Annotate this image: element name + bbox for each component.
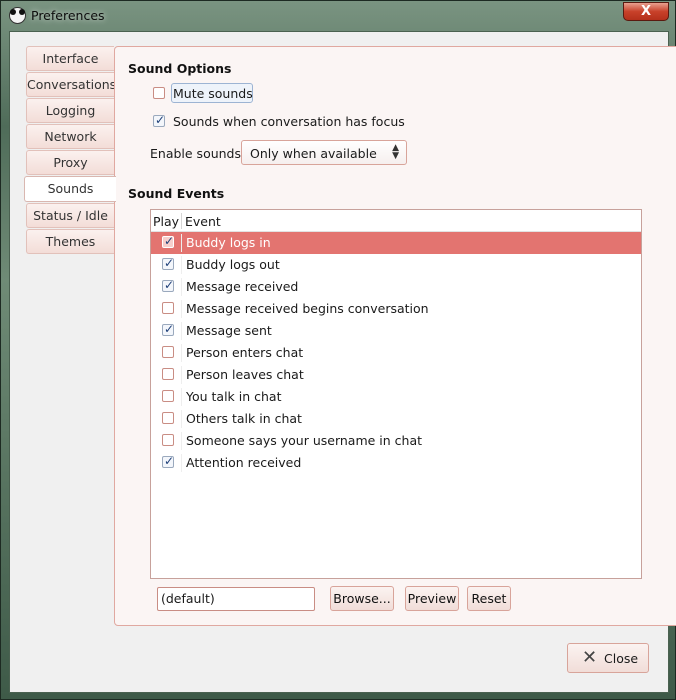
focus-sounds-checkbox[interactable] (153, 113, 165, 127)
window-frame: Preferences X Interface Conversations Lo… (0, 0, 676, 700)
list-item[interactable]: You talk in chat (151, 386, 641, 408)
row-divider (181, 256, 182, 274)
tab-sounds[interactable]: Sounds (24, 176, 116, 202)
tab-status-idle[interactable]: Status / Idle (26, 203, 114, 228)
event-rows: Buddy logs in Buddy logs out Message recei… (151, 232, 641, 474)
preview-button[interactable]: Preview (405, 586, 459, 611)
tab-interface[interactable]: Interface (26, 46, 114, 71)
notebook-tabs: Interface Conversations Logging Network … (24, 46, 116, 255)
close-x-icon: ✕ (582, 647, 598, 668)
window-title: Preferences (31, 8, 105, 23)
row-divider (181, 432, 182, 450)
dialog-body: Interface Conversations Logging Network … (9, 31, 676, 693)
list-item[interactable]: Buddy logs out (151, 254, 641, 276)
play-checkbox[interactable] (162, 234, 174, 248)
list-header: Play Event (151, 210, 641, 232)
event-label: Someone says your username in chat (186, 433, 423, 448)
mute-sounds-label[interactable]: Mute sounds (173, 86, 253, 101)
sounds-panel: Sound Options Mute sounds Sounds when co… (114, 46, 676, 626)
event-label: Buddy logs in (186, 235, 271, 250)
play-checkbox[interactable] (162, 302, 174, 314)
play-checkbox[interactable] (162, 454, 174, 468)
column-header-play[interactable]: Play (153, 214, 179, 229)
row-divider (181, 344, 182, 362)
mute-sounds-checkbox[interactable] (153, 87, 165, 99)
row-divider (181, 300, 182, 318)
close-button[interactable]: ✕ Close (567, 643, 649, 673)
row-divider (181, 388, 182, 406)
tab-logging[interactable]: Logging (26, 98, 114, 123)
focus-sounds-label[interactable]: Sounds when conversation has focus (173, 114, 405, 129)
event-label: Buddy logs out (186, 257, 280, 272)
list-item[interactable]: Person leaves chat (151, 364, 641, 386)
play-checkbox[interactable] (162, 256, 174, 270)
row-divider (181, 278, 182, 296)
row-divider (181, 454, 182, 472)
sound-events-heading: Sound Events (128, 186, 225, 201)
window-close-button[interactable]: X (623, 2, 669, 21)
event-label: Message received (186, 279, 299, 294)
list-item[interactable]: Buddy logs in (151, 232, 641, 254)
play-checkbox[interactable] (162, 278, 174, 292)
play-checkbox[interactable] (162, 368, 174, 380)
event-label: Message received begins conversation (186, 301, 429, 316)
list-item[interactable]: Attention received (151, 452, 641, 474)
tab-themes[interactable]: Themes (26, 229, 114, 254)
tab-conversations[interactable]: Conversations (26, 72, 116, 97)
event-label: You talk in chat (186, 389, 282, 404)
event-label: Others talk in chat (186, 411, 302, 426)
title-bar[interactable]: Preferences X (1, 1, 676, 31)
play-checkbox[interactable] (162, 434, 174, 446)
event-label: Attention received (186, 455, 302, 470)
list-item[interactable]: Person enters chat (151, 342, 641, 364)
browse-button[interactable]: Browse... (330, 586, 394, 611)
list-item[interactable]: Message received (151, 276, 641, 298)
enable-sounds-label: Enable sounds: (150, 146, 246, 161)
tab-proxy[interactable]: Proxy (26, 150, 114, 175)
sound-events-list[interactable]: Play Event Buddy logs in Buddy logs out Me… (150, 209, 642, 579)
sound-options-heading: Sound Options (128, 61, 232, 76)
updown-arrows-icon: ▲ ▼ (392, 143, 399, 161)
play-checkbox[interactable] (162, 390, 174, 402)
enable-sounds-dropdown[interactable]: Only when available ▲ ▼ (241, 140, 407, 165)
play-checkbox[interactable] (162, 412, 174, 424)
column-header-event[interactable]: Event (185, 214, 221, 229)
close-button-label: Close (604, 651, 639, 666)
column-divider (181, 213, 182, 229)
list-item[interactable]: Message received begins conversation (151, 298, 641, 320)
enable-sounds-value: Only when available (250, 146, 377, 161)
row-divider (181, 366, 182, 384)
play-checkbox[interactable] (162, 322, 174, 336)
list-item[interactable]: Someone says your username in chat (151, 430, 641, 452)
event-label: Person leaves chat (186, 367, 304, 382)
row-divider (181, 322, 182, 340)
row-divider (181, 234, 182, 252)
reset-button[interactable]: Reset (467, 586, 511, 611)
tab-network[interactable]: Network (26, 124, 114, 149)
row-divider (181, 410, 182, 428)
event-label: Message sent (186, 323, 272, 338)
list-item[interactable]: Others talk in chat (151, 408, 641, 430)
list-item[interactable]: Message sent (151, 320, 641, 342)
pidgin-app-icon (9, 7, 26, 24)
sound-file-field[interactable]: (default) (157, 587, 315, 611)
play-checkbox[interactable] (162, 346, 174, 358)
event-label: Person enters chat (186, 345, 304, 360)
